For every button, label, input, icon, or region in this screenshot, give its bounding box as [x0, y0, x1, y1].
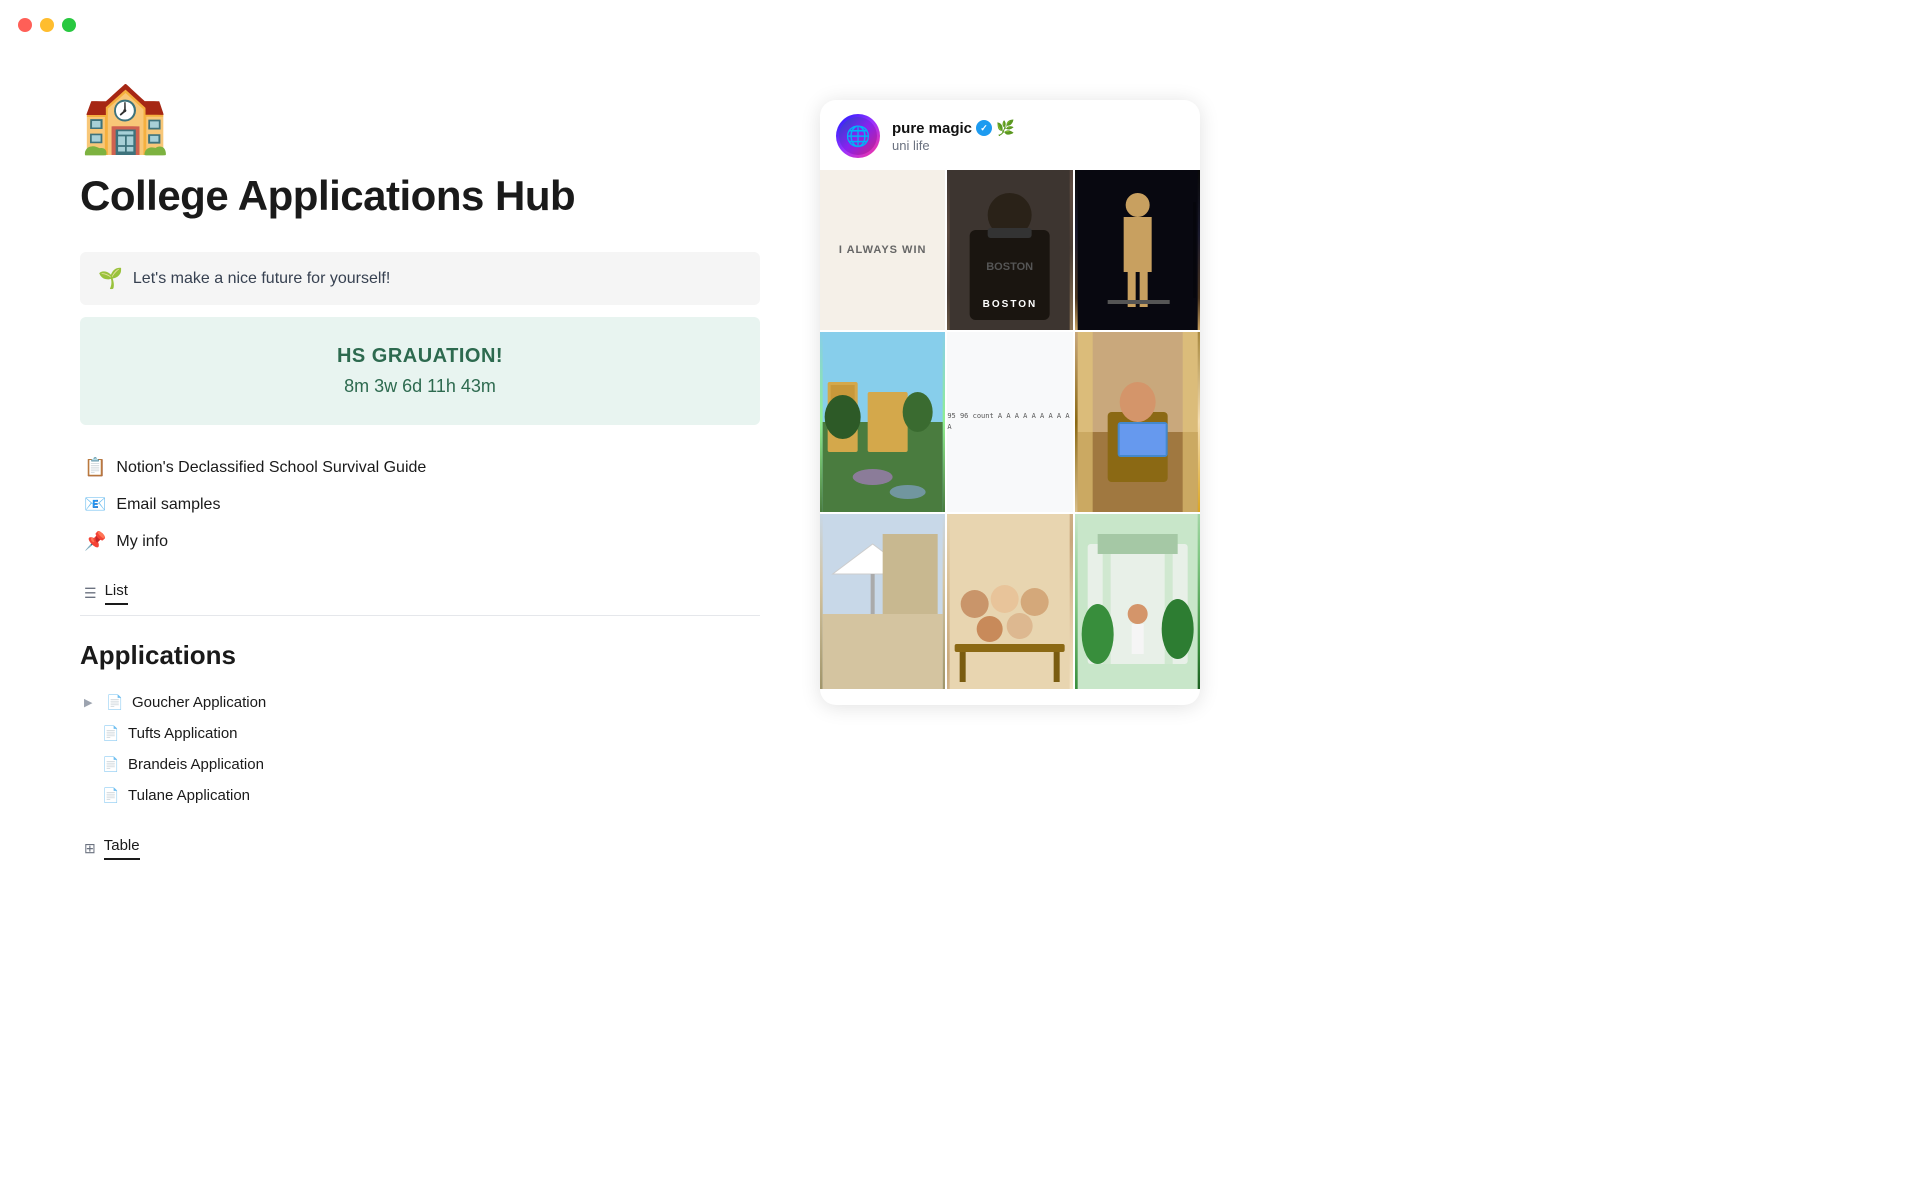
avatar: 🌐 [836, 114, 880, 158]
main-layout: 🏫 College Applications Hub 🌱 Let's make … [0, 0, 1920, 866]
app-item-brandeis[interactable]: 📄 Brandeis Application [80, 749, 760, 780]
link-email-samples[interactable]: 📧 Email samples [80, 486, 760, 523]
countdown-title: HS GRAUATION! [98, 345, 742, 368]
table-view-tab[interactable]: ⊞ Table [80, 831, 760, 866]
list-view-label: List [105, 582, 128, 605]
table-icon: ⊞ [84, 840, 96, 857]
avatar-inner: 🌐 [839, 117, 877, 155]
page-title: College Applications Hub [80, 172, 760, 220]
app-item-tufts[interactable]: 📄 Tufts Application [80, 718, 760, 749]
link-survival-guide[interactable]: 📋 Notion's Declassified School Survival … [80, 449, 760, 486]
countdown-time: 8m 3w 6d 11h 43m [98, 376, 742, 397]
photo-outdoor-market [820, 514, 945, 689]
fullscreen-button[interactable] [62, 18, 76, 32]
profile-subtitle: uni life [892, 138, 1015, 153]
scrollbar[interactable] [1193, 202, 1196, 298]
social-card: 🌐 pure magic ✓ 🌿 uni life I ALWAYS WIN [820, 100, 1200, 705]
my-info-label: My info [116, 533, 168, 551]
photo-grid: I ALWAYS WIN BOSTON [820, 170, 1200, 689]
photo-boston: BOSTON [947, 170, 1072, 330]
my-info-icon: 📌 [84, 531, 106, 552]
minimize-button[interactable] [40, 18, 54, 32]
app-name-tulane: Tulane Application [128, 787, 250, 804]
username: pure magic ✓ 🌿 [892, 119, 1015, 137]
applications-heading: Applications [80, 640, 760, 671]
doc-icon: 📄 [102, 756, 120, 773]
app-item-tulane[interactable]: 📄 Tulane Application [80, 780, 760, 811]
survival-guide-icon: 📋 [84, 457, 106, 478]
app-item-goucher[interactable]: ▶ 📄 Goucher Application [80, 687, 760, 718]
callout-icon: 🌱 [98, 266, 123, 291]
photo-working [1075, 332, 1200, 512]
email-samples-icon: 📧 [84, 494, 106, 515]
svg-text:BOSTON: BOSTON [987, 261, 1034, 273]
countdown-block: HS GRAUATION! 8m 3w 6d 11h 43m [80, 317, 760, 425]
photo-spreadsheet: 95 96 count A A A A A A A A A A [947, 332, 1072, 512]
doc-icon: 📄 [106, 694, 124, 711]
app-name-brandeis: Brandeis Application [128, 756, 264, 773]
page-icon: 🏫 [80, 80, 760, 152]
social-header: 🌐 pure magic ✓ 🌿 uni life [820, 100, 1200, 170]
photo-garden [1075, 514, 1200, 689]
email-samples-label: Email samples [116, 496, 220, 514]
toggle-icon[interactable]: ▶ [84, 696, 98, 709]
grid-text: I ALWAYS WIN [839, 244, 927, 256]
profile-emojis: 🌿 [996, 119, 1015, 137]
spreadsheet-content: 95 96 count A A A A A A A A A A [947, 411, 1072, 433]
app-name-tufts: Tufts Application [128, 725, 238, 742]
doc-icon: 📄 [102, 725, 120, 742]
left-column: 🏫 College Applications Hub 🌱 Let's make … [80, 80, 760, 866]
list-view-tab[interactable]: ☰ List [80, 576, 760, 611]
survival-guide-label: Notion's Declassified School Survival Gu… [116, 459, 426, 477]
right-column: 🌐 pure magic ✓ 🌿 uni life I ALWAYS WIN [820, 80, 1920, 866]
table-view-label: Table [104, 837, 140, 860]
verified-icon: ✓ [976, 120, 992, 136]
callout-block: 🌱 Let's make a nice future for yourself! [80, 252, 760, 305]
profile-info: pure magic ✓ 🌿 uni life [892, 119, 1015, 153]
photo-campus [820, 332, 945, 512]
traffic-lights [18, 18, 76, 32]
list-icon: ☰ [84, 585, 97, 602]
callout-text: Let's make a nice future for yourself! [133, 270, 390, 288]
link-my-info[interactable]: 📌 My info [80, 523, 760, 560]
doc-icon: 📄 [102, 787, 120, 804]
app-name-goucher: Goucher Application [132, 694, 266, 711]
photo-text-cell: I ALWAYS WIN [820, 170, 945, 330]
photo-speaker [1075, 170, 1200, 330]
close-button[interactable] [18, 18, 32, 32]
photo-group [947, 514, 1072, 689]
